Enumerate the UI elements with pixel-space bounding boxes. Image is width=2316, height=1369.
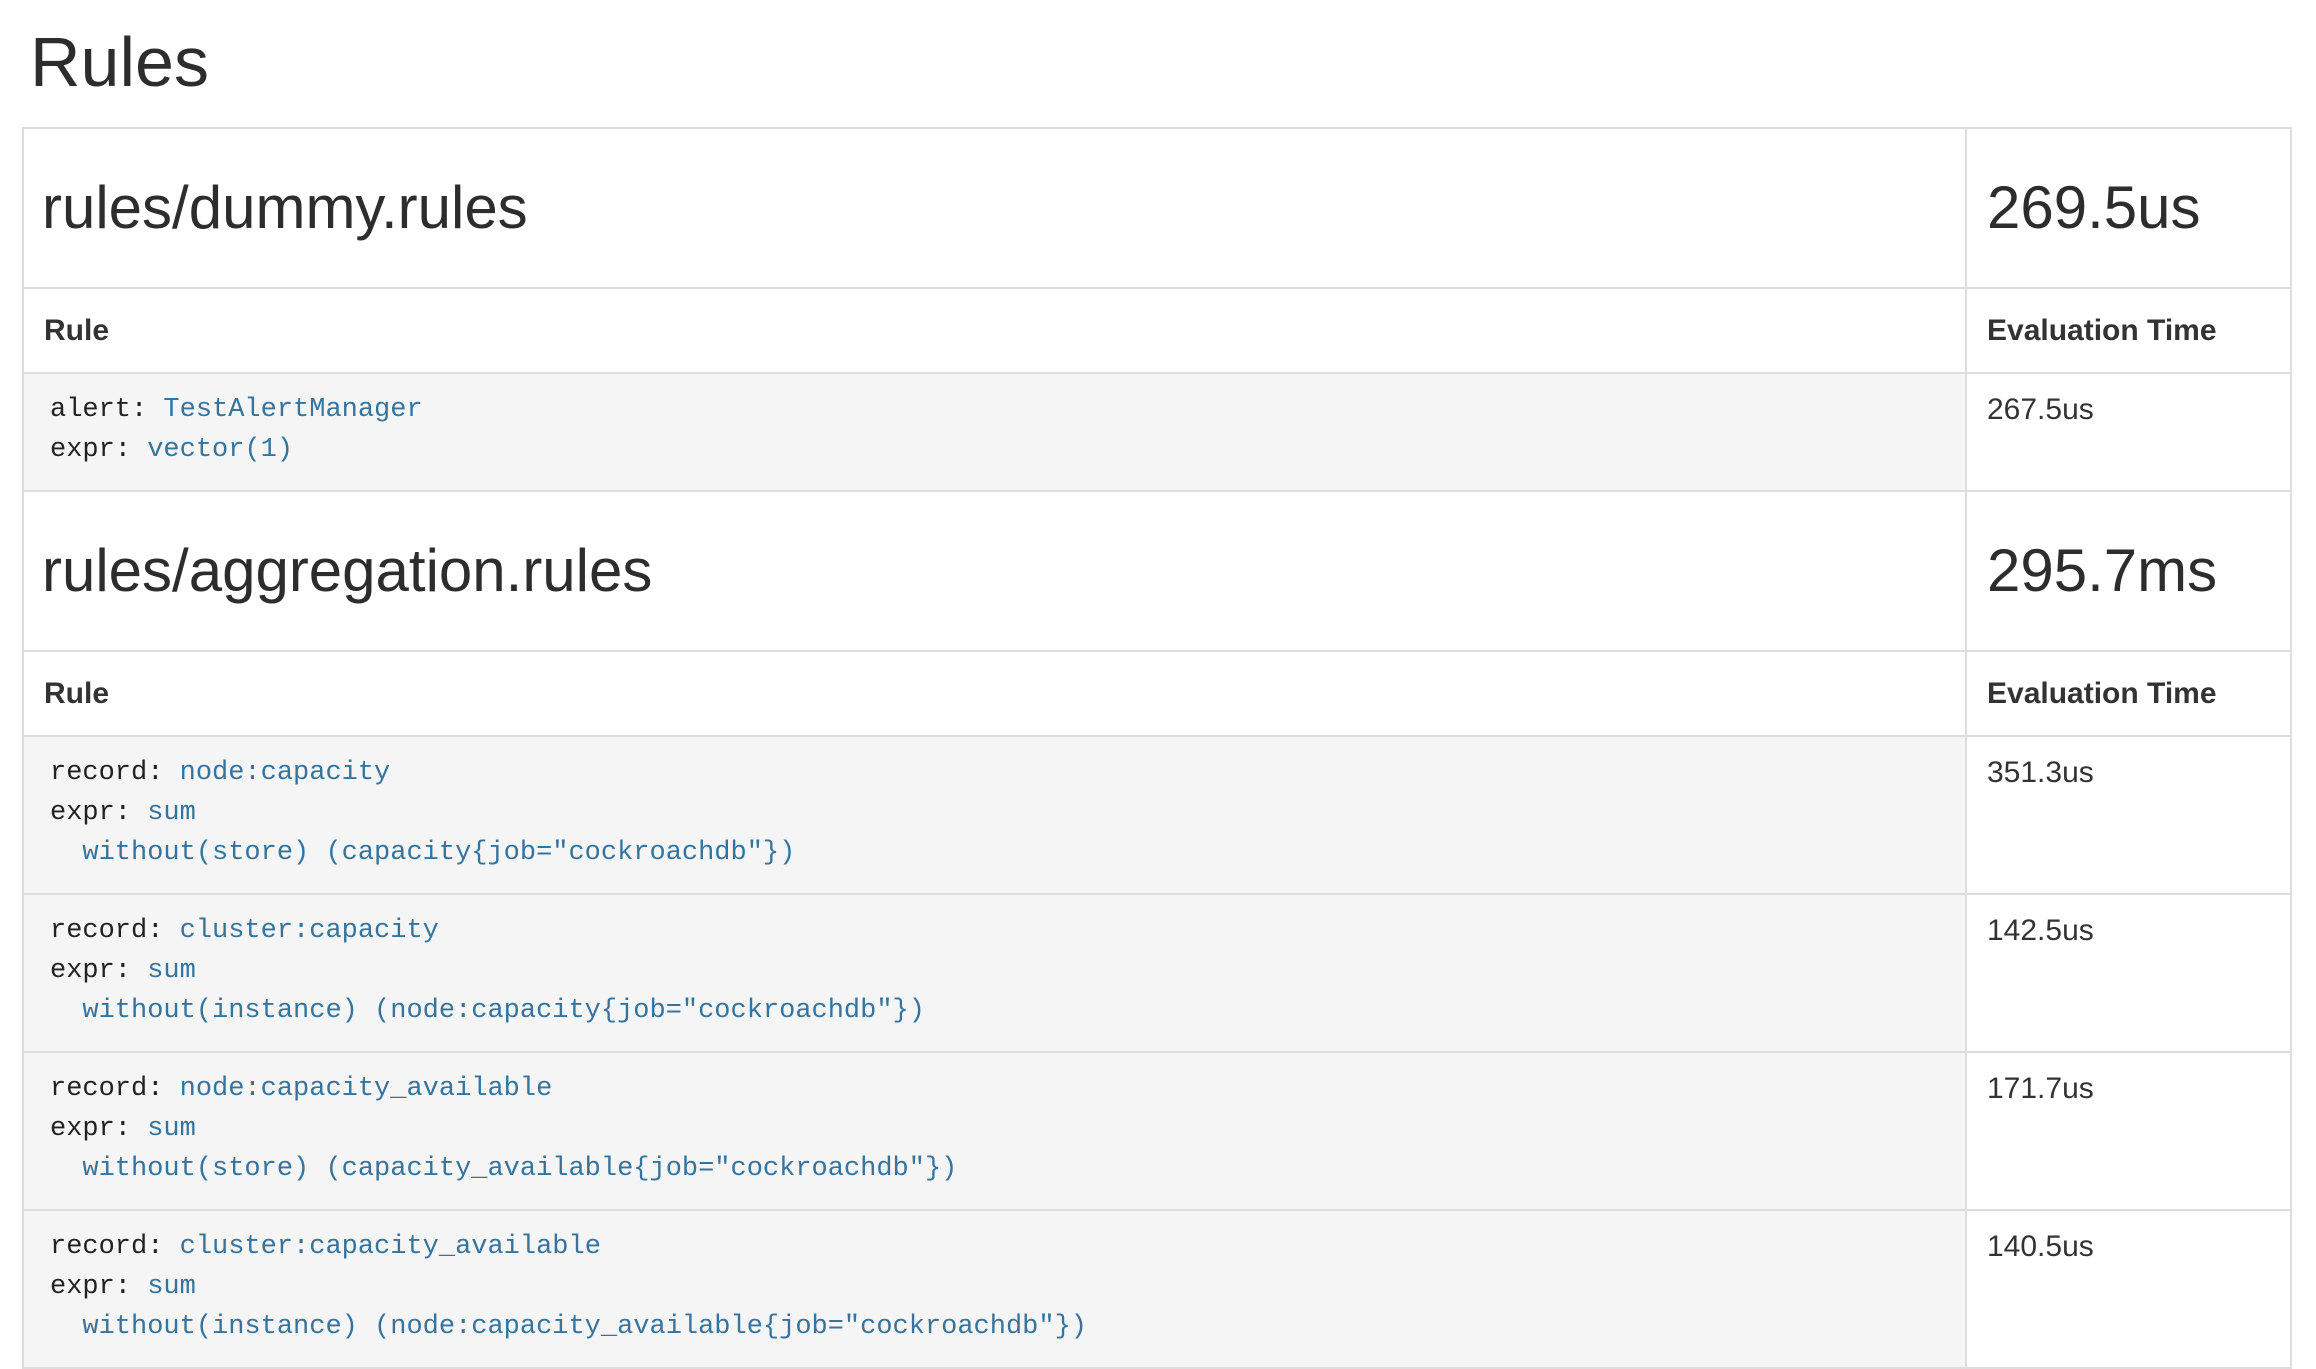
rule-expr-link[interactable]: sum without(instance) (node:capacity_ava… [50,1272,1087,1342]
rule-row: alert: TestAlertManager expr: vector(1) … [23,373,2291,491]
rule-kind-label: record: [50,1074,163,1104]
rule-name-link[interactable]: cluster:capacity [180,916,439,946]
rule-evaluation-time: 142.5us [1966,894,2291,1052]
rule-evaluation-time: 140.5us [1966,1210,2291,1368]
rule-name-link[interactable]: node:capacity [180,758,391,788]
rule-expr-label: expr: [50,1272,131,1302]
rule-name-link[interactable]: cluster:capacity_available [180,1232,601,1262]
rule-group-evaluation-time: 295.7ms [1987,538,2290,604]
rule-expr-link[interactable]: sum without(store) (capacity{job="cockro… [50,798,795,868]
rule-expr-label: expr: [50,956,131,986]
rule-name-link[interactable]: node:capacity_available [180,1074,553,1104]
rule-kind-label: record: [50,1232,163,1262]
rule-group-header: rules/aggregation.rules 295.7ms [23,491,2291,651]
rule-row: record: cluster:capacity expr: sum witho… [23,894,2291,1052]
rule-kind-label: alert: [50,395,147,425]
rule-evaluation-time: 171.7us [1966,1052,2291,1210]
rule-group-header: rules/dummy.rules 269.5us [23,128,2291,288]
rule-group-file: rules/aggregation.rules [42,538,1947,604]
rule-evaluation-time: 267.5us [1966,373,2291,491]
rule-expr-label: expr: [50,435,131,465]
rule-kind-label: record: [50,758,163,788]
page-title: Rules [30,24,2316,101]
rule-column-header: Rule [23,651,1966,736]
rule-expr-link[interactable]: sum without(store) (capacity_available{j… [50,1114,957,1184]
rule-group-file: rules/dummy.rules [42,175,1947,241]
rule-name-link[interactable]: TestAlertManager [163,395,422,425]
rule-definition: record: cluster:capacity_available expr:… [24,1211,1965,1367]
rules-table: rules/dummy.rules 269.5us Rule Evaluatio… [22,127,2292,1369]
column-header-row: Rule Evaluation Time [23,288,2291,373]
rule-row: record: node:capacity expr: sum without(… [23,736,2291,894]
rule-column-header: Rule [23,288,1966,373]
rule-group-evaluation-time: 269.5us [1987,175,2290,241]
evaluation-time-column-header: Evaluation Time [1966,651,2291,736]
rule-expr-link[interactable]: sum without(instance) (node:capacity{job… [50,956,925,1026]
column-header-row: Rule Evaluation Time [23,651,2291,736]
rules-page: Rules rules/dummy.rules 269.5us Rule Eva… [0,0,2316,1369]
rule-expr-label: expr: [50,1114,131,1144]
rule-definition: record: cluster:capacity expr: sum witho… [24,895,1965,1051]
rule-kind-label: record: [50,916,163,946]
evaluation-time-column-header: Evaluation Time [1966,288,2291,373]
rule-expr-label: expr: [50,798,131,828]
rule-definition: alert: TestAlertManager expr: vector(1) [24,374,1965,490]
rule-definition: record: node:capacity expr: sum without(… [24,737,1965,893]
rule-row: record: node:capacity_available expr: su… [23,1052,2291,1210]
rule-row: record: cluster:capacity_available expr:… [23,1210,2291,1368]
rule-evaluation-time: 351.3us [1966,736,2291,894]
rule-expr-link[interactable]: vector(1) [147,435,293,465]
rule-definition: record: node:capacity_available expr: su… [24,1053,1965,1209]
